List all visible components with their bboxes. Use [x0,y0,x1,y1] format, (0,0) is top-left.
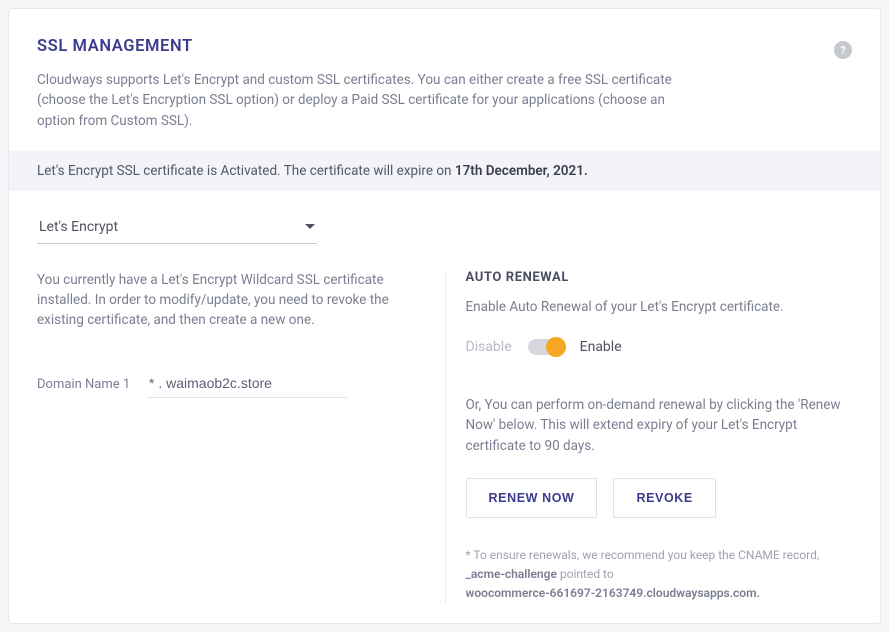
columns: You currently have a Let's Encrypt Wildc… [37,270,852,604]
ssl-management-panel: SSL MANAGEMENT Cloudways supports Let's … [8,8,881,624]
toggle-enable-label: Enable [580,339,622,355]
help-icon[interactable]: ? [834,41,852,59]
panel-header: SSL MANAGEMENT Cloudways supports Let's … [9,9,880,151]
domain-row: Domain Name 1 [37,371,425,398]
toggle-knob [546,337,566,357]
auto-renewal-toggle-row: Disable Enable [466,339,853,355]
footnote-acme: _acme-challenge [466,567,557,581]
panel-description: Cloudways supports Let's Encrypt and cus… [37,70,677,131]
caret-down-icon [305,224,315,229]
toggle-disable-label: Disable [466,339,512,355]
domain-name-label: Domain Name 1 [37,377,147,392]
panel-title: SSL MANAGEMENT [37,37,852,56]
renew-now-description: Or, You can perform on-demand renewal by… [466,395,853,456]
auto-renewal-title: AUTO RENEWAL [466,270,853,285]
renew-now-button[interactable]: RENEW NOW [466,478,598,518]
status-bar: Let's Encrypt SSL certificate is Activat… [9,151,880,191]
wildcard-info-text: You currently have a Let's Encrypt Wildc… [37,270,397,331]
footnote-hostname: woocommerce-661697-2163749.cloudwaysapps… [466,586,760,600]
button-row: RENEW NOW REVOKE [466,478,853,518]
status-text: Let's Encrypt SSL certificate is Activat… [37,163,455,179]
revoke-button[interactable]: REVOKE [613,478,715,518]
right-column: AUTO RENEWAL Enable Auto Renewal of your… [445,270,853,604]
footnote-mid: pointed to [557,567,614,581]
auto-renewal-description: Enable Auto Renewal of your Let's Encryp… [466,297,853,317]
domain-name-input[interactable] [147,371,347,398]
left-column: You currently have a Let's Encrypt Wildc… [37,270,445,604]
footnote: * To ensure renewals, we recommend you k… [466,546,853,604]
ssl-type-dropdown[interactable]: Let's Encrypt [37,213,317,244]
panel-body: Let's Encrypt You currently have a Let's… [9,191,880,624]
status-expiry: 17th December, 2021. [455,163,588,179]
footnote-prefix: * To ensure renewals, we recommend you k… [466,548,820,562]
dropdown-selected-label: Let's Encrypt [39,219,118,235]
auto-renewal-toggle[interactable] [528,339,564,355]
